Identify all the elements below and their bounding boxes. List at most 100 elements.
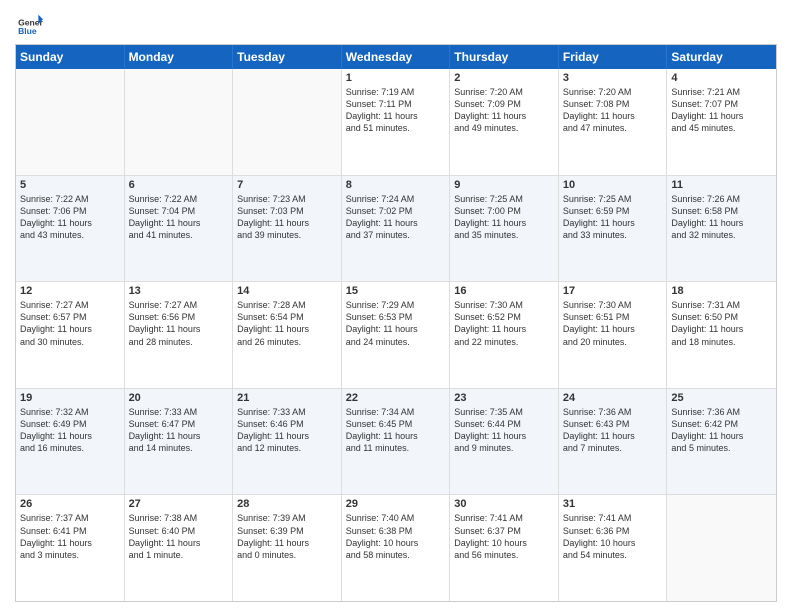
- day-info: Sunrise: 7:41 AM Sunset: 6:37 PM Dayligh…: [454, 512, 554, 561]
- day-number: 20: [129, 392, 229, 404]
- day-number: 25: [671, 392, 772, 404]
- day-info: Sunrise: 7:36 AM Sunset: 6:43 PM Dayligh…: [563, 406, 663, 455]
- day-number: 9: [454, 179, 554, 191]
- calendar-day-7: 7Sunrise: 7:23 AM Sunset: 7:03 PM Daylig…: [233, 176, 342, 282]
- day-number: 3: [563, 72, 663, 84]
- day-info: Sunrise: 7:31 AM Sunset: 6:50 PM Dayligh…: [671, 299, 772, 348]
- day-info: Sunrise: 7:23 AM Sunset: 7:03 PM Dayligh…: [237, 193, 337, 242]
- calendar-day-20: 20 Sunrise: 7:33 AM Sunset: 6:47 PM Dayli…: [125, 389, 234, 495]
- calendar-body: 1Sunrise: 7:19 AM Sunset: 7:11 PM Daylig…: [16, 69, 776, 601]
- calendar-day-6: 6Sunrise: 7:22 AM Sunset: 7:04 PM Daylig…: [125, 176, 234, 282]
- calendar-day-8: 8 Sunrise: 7:24 AM Sunset: 7:02 PM Daylig…: [342, 176, 451, 282]
- calendar-day-2: 2 Sunrise: 7:20 AM Sunset: 7:09 PM Daylig…: [450, 69, 559, 175]
- calendar-row: 1Sunrise: 7:19 AM Sunset: 7:11 PM Daylig…: [16, 69, 776, 176]
- day-number: 24: [563, 392, 663, 404]
- calendar-day-28: 28Sunrise: 7:39 AM Sunset: 6:39 PM Dayli…: [233, 495, 342, 601]
- calendar-day-23: 23Sunrise: 7:35 AM Sunset: 6:44 PM Dayli…: [450, 389, 559, 495]
- svg-text:Blue: Blue: [18, 26, 37, 36]
- day-info: Sunrise: 7:29 AM Sunset: 6:53 PM Dayligh…: [346, 299, 446, 348]
- calendar-empty-cell: [125, 69, 234, 175]
- day-number: 11: [671, 179, 772, 191]
- day-number: 28: [237, 498, 337, 510]
- day-info: Sunrise: 7:40 AM Sunset: 6:38 PM Dayligh…: [346, 512, 446, 561]
- calendar-day-19: 19 Sunrise: 7:32 AM Sunset: 6:49 PM Dayli…: [16, 389, 125, 495]
- calendar-day-29: 29 Sunrise: 7:40 AM Sunset: 6:38 PM Dayli…: [342, 495, 451, 601]
- day-info: Sunrise: 7:38 AM Sunset: 6:40 PM Dayligh…: [129, 512, 229, 561]
- weekday-header-friday: Friday: [559, 45, 668, 69]
- day-info: Sunrise: 7:19 AM Sunset: 7:11 PM Dayligh…: [346, 86, 446, 135]
- calendar-day-24: 24 Sunrise: 7:36 AM Sunset: 6:43 PM Dayli…: [559, 389, 668, 495]
- day-info: Sunrise: 7:25 AM Sunset: 6:59 PM Dayligh…: [563, 193, 663, 242]
- weekday-header-tuesday: Tuesday: [233, 45, 342, 69]
- calendar-day-18: 18Sunrise: 7:31 AM Sunset: 6:50 PM Dayli…: [667, 282, 776, 388]
- weekday-header-monday: Monday: [125, 45, 234, 69]
- calendar-empty-cell: [233, 69, 342, 175]
- day-number: 10: [563, 179, 663, 191]
- day-number: 2: [454, 72, 554, 84]
- calendar-day-16: 16 Sunrise: 7:30 AM Sunset: 6:52 PM Dayli…: [450, 282, 559, 388]
- calendar-day-5: 5 Sunrise: 7:22 AM Sunset: 7:06 PM Daylig…: [16, 176, 125, 282]
- day-info: Sunrise: 7:24 AM Sunset: 7:02 PM Dayligh…: [346, 193, 446, 242]
- calendar-day-25: 25 Sunrise: 7:36 AM Sunset: 6:42 PM Dayli…: [667, 389, 776, 495]
- day-number: 6: [129, 179, 229, 191]
- calendar-empty-cell: [667, 495, 776, 601]
- day-info: Sunrise: 7:21 AM Sunset: 7:07 PM Dayligh…: [671, 86, 772, 135]
- calendar-day-14: 14 Sunrise: 7:28 AM Sunset: 6:54 PM Dayli…: [233, 282, 342, 388]
- day-number: 29: [346, 498, 446, 510]
- day-number: 22: [346, 392, 446, 404]
- day-info: Sunrise: 7:33 AM Sunset: 6:47 PM Dayligh…: [129, 406, 229, 455]
- day-number: 4: [671, 72, 772, 84]
- calendar-row: 12 Sunrise: 7:27 AM Sunset: 6:57 PM Dayli…: [16, 282, 776, 389]
- day-number: 17: [563, 285, 663, 297]
- day-info: Sunrise: 7:33 AM Sunset: 6:46 PM Dayligh…: [237, 406, 337, 455]
- day-number: 19: [20, 392, 120, 404]
- calendar-day-27: 27 Sunrise: 7:38 AM Sunset: 6:40 PM Dayli…: [125, 495, 234, 601]
- day-info: Sunrise: 7:27 AM Sunset: 6:57 PM Dayligh…: [20, 299, 120, 348]
- day-info: Sunrise: 7:20 AM Sunset: 7:08 PM Dayligh…: [563, 86, 663, 135]
- calendar-day-9: 9Sunrise: 7:25 AM Sunset: 7:00 PM Daylig…: [450, 176, 559, 282]
- weekday-header-sunday: Sunday: [16, 45, 125, 69]
- day-number: 31: [563, 498, 663, 510]
- day-info: Sunrise: 7:34 AM Sunset: 6:45 PM Dayligh…: [346, 406, 446, 455]
- day-number: 12: [20, 285, 120, 297]
- calendar-day-21: 21Sunrise: 7:33 AM Sunset: 6:46 PM Dayli…: [233, 389, 342, 495]
- calendar-day-1: 1Sunrise: 7:19 AM Sunset: 7:11 PM Daylig…: [342, 69, 451, 175]
- day-number: 15: [346, 285, 446, 297]
- calendar: SundayMondayTuesdayWednesdayThursdayFrid…: [15, 44, 777, 602]
- weekday-header-wednesday: Wednesday: [342, 45, 451, 69]
- day-number: 5: [20, 179, 120, 191]
- day-info: Sunrise: 7:22 AM Sunset: 7:06 PM Dayligh…: [20, 193, 120, 242]
- logo-icon: General Blue: [15, 10, 43, 38]
- day-info: Sunrise: 7:36 AM Sunset: 6:42 PM Dayligh…: [671, 406, 772, 455]
- day-info: Sunrise: 7:30 AM Sunset: 6:51 PM Dayligh…: [563, 299, 663, 348]
- day-number: 14: [237, 285, 337, 297]
- day-info: Sunrise: 7:20 AM Sunset: 7:09 PM Dayligh…: [454, 86, 554, 135]
- day-info: Sunrise: 7:26 AM Sunset: 6:58 PM Dayligh…: [671, 193, 772, 242]
- calendar-day-12: 12 Sunrise: 7:27 AM Sunset: 6:57 PM Dayli…: [16, 282, 125, 388]
- calendar-day-4: 4 Sunrise: 7:21 AM Sunset: 7:07 PM Daylig…: [667, 69, 776, 175]
- day-info: Sunrise: 7:27 AM Sunset: 6:56 PM Dayligh…: [129, 299, 229, 348]
- day-number: 16: [454, 285, 554, 297]
- calendar-row: 5 Sunrise: 7:22 AM Sunset: 7:06 PM Daylig…: [16, 176, 776, 283]
- calendar-day-10: 10 Sunrise: 7:25 AM Sunset: 6:59 PM Dayli…: [559, 176, 668, 282]
- logo: General Blue: [15, 10, 47, 38]
- calendar-day-11: 11 Sunrise: 7:26 AM Sunset: 6:58 PM Dayli…: [667, 176, 776, 282]
- calendar-day-31: 31Sunrise: 7:41 AM Sunset: 6:36 PM Dayli…: [559, 495, 668, 601]
- weekday-header-thursday: Thursday: [450, 45, 559, 69]
- page-header: General Blue: [15, 10, 777, 38]
- calendar-day-30: 30Sunrise: 7:41 AM Sunset: 6:37 PM Dayli…: [450, 495, 559, 601]
- day-info: Sunrise: 7:37 AM Sunset: 6:41 PM Dayligh…: [20, 512, 120, 561]
- calendar-row: 26Sunrise: 7:37 AM Sunset: 6:41 PM Dayli…: [16, 495, 776, 601]
- calendar-header: SundayMondayTuesdayWednesdayThursdayFrid…: [16, 45, 776, 69]
- day-number: 8: [346, 179, 446, 191]
- day-number: 13: [129, 285, 229, 297]
- calendar-empty-cell: [16, 69, 125, 175]
- day-info: Sunrise: 7:32 AM Sunset: 6:49 PM Dayligh…: [20, 406, 120, 455]
- calendar-day-17: 17 Sunrise: 7:30 AM Sunset: 6:51 PM Dayli…: [559, 282, 668, 388]
- day-number: 27: [129, 498, 229, 510]
- calendar-day-22: 22 Sunrise: 7:34 AM Sunset: 6:45 PM Dayli…: [342, 389, 451, 495]
- calendar-row: 19 Sunrise: 7:32 AM Sunset: 6:49 PM Dayli…: [16, 389, 776, 496]
- day-info: Sunrise: 7:28 AM Sunset: 6:54 PM Dayligh…: [237, 299, 337, 348]
- day-info: Sunrise: 7:30 AM Sunset: 6:52 PM Dayligh…: [454, 299, 554, 348]
- day-info: Sunrise: 7:35 AM Sunset: 6:44 PM Dayligh…: [454, 406, 554, 455]
